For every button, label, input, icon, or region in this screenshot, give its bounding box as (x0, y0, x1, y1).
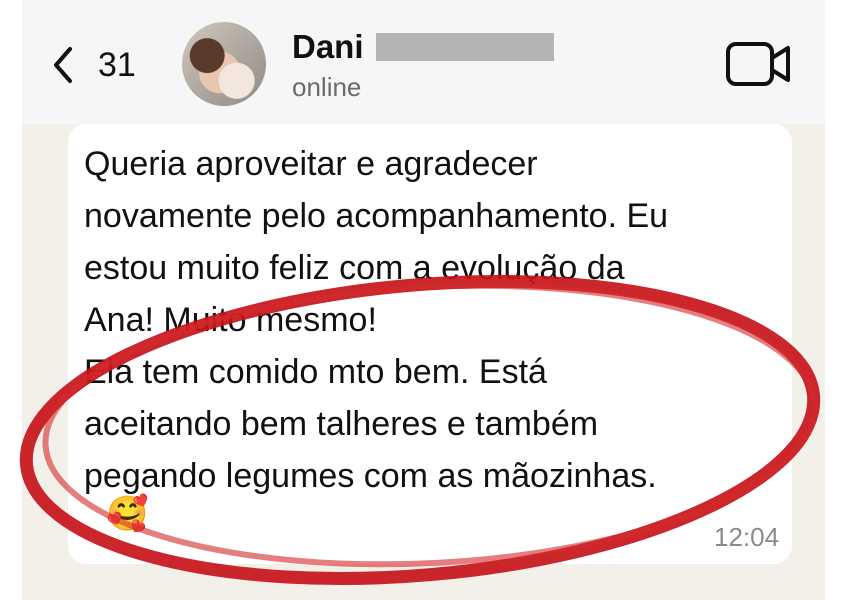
back-button[interactable]: 31 (50, 40, 160, 90)
video-camera-icon[interactable] (726, 38, 792, 90)
message-timestamp: 12:04 (714, 522, 780, 552)
chat-header: 31 Dani online (22, 0, 825, 124)
contact-name: Dani (292, 28, 364, 65)
contact-avatar[interactable] (182, 22, 266, 106)
chat-window: 31 Dani online Queria aproveitar e agrad… (22, 0, 825, 600)
message-text: Queria aproveitar e agradecer novamente … (84, 145, 669, 495)
contact-info[interactable]: Dani online (292, 28, 622, 108)
message-bubble[interactable]: Queria aproveitar e agradecer novamente … (68, 124, 792, 564)
contact-status: online (292, 72, 362, 102)
chevron-left-icon (54, 47, 72, 83)
unread-count: 31 (98, 45, 136, 84)
redacted-surname (375, 33, 554, 61)
smiling-face-with-hearts-icon: 🥰 (106, 495, 149, 533)
